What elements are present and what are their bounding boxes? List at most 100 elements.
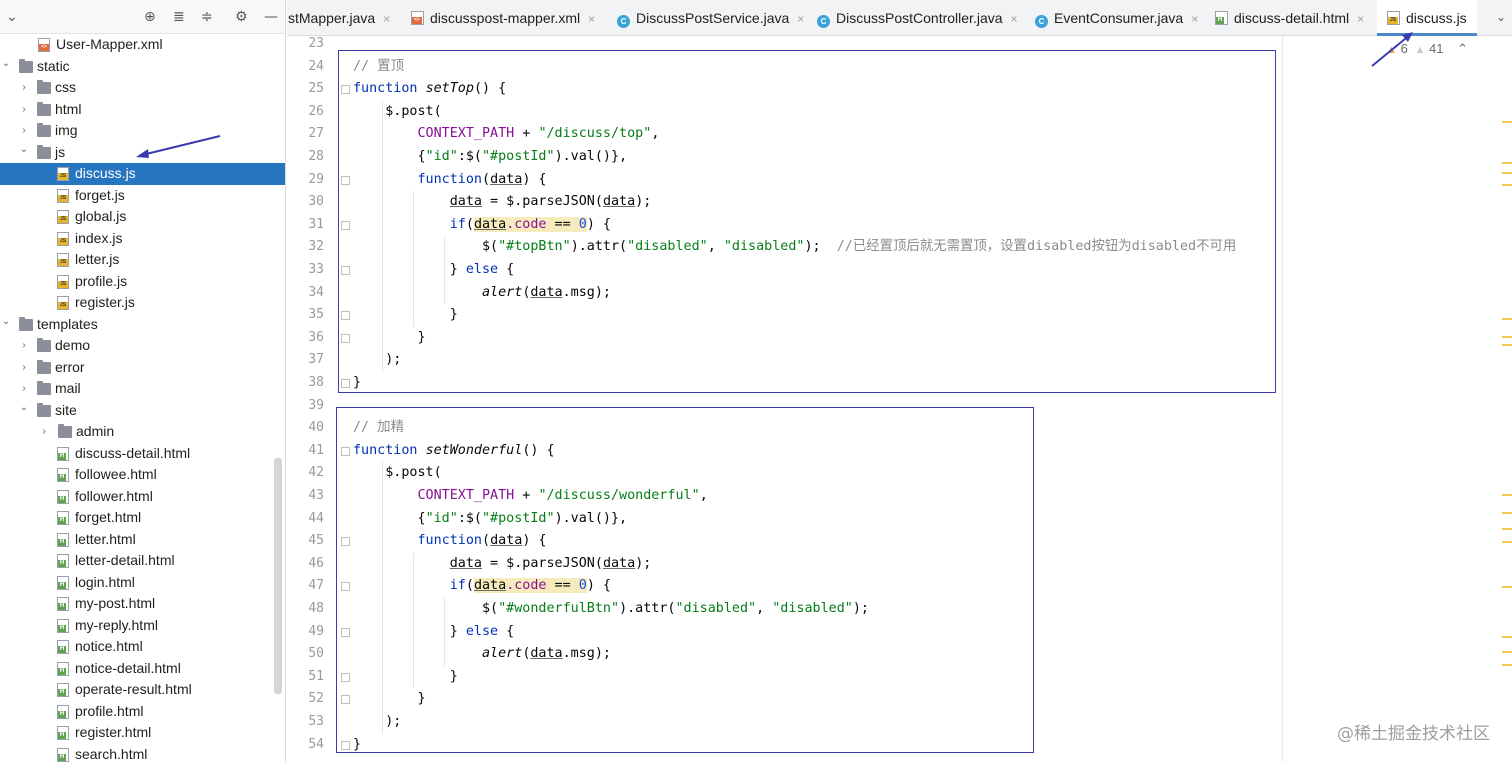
tree-scrollbar[interactable] xyxy=(274,458,282,694)
tab-discusspost-mapper-xml[interactable]: <> discusspost-mapper.xml × xyxy=(411,0,605,36)
tab-discuss-detail-html[interactable]: Hdiscuss-detail.html × xyxy=(1215,0,1374,36)
minimize-icon[interactable]: — xyxy=(264,9,278,25)
tree-item-user-mapper-xml[interactable]: <> User-Mapper.xml xyxy=(0,34,285,56)
expand-all-icon[interactable]: ≣ xyxy=(173,9,185,25)
gear-icon[interactable]: ⚙ xyxy=(235,9,248,25)
tree-item-discuss-detail-html[interactable]: Hdiscuss-detail.html xyxy=(0,443,285,465)
close-tab-icon[interactable]: × xyxy=(1011,12,1018,26)
warning-marker[interactable] xyxy=(1502,494,1512,496)
chevron-right-icon[interactable]: › xyxy=(38,421,50,443)
chevron-right-icon[interactable]: › xyxy=(18,99,30,121)
tree-item-followee-html[interactable]: Hfollowee.html xyxy=(0,464,285,486)
close-tab-icon[interactable]: × xyxy=(797,12,804,26)
fold-marker-icon[interactable] xyxy=(341,672,350,682)
tree-item-label: mail xyxy=(55,380,81,396)
warning-marker[interactable] xyxy=(1502,121,1512,123)
warning-marker[interactable] xyxy=(1502,344,1512,346)
tree-item-forget-js[interactable]: JS forget.js xyxy=(0,185,285,207)
fold-marker-icon[interactable] xyxy=(341,695,350,705)
fold-marker-icon[interactable] xyxy=(341,266,350,275)
tree-item-register-html[interactable]: Hregister.html xyxy=(0,722,285,744)
fold-marker-icon[interactable] xyxy=(341,175,350,185)
fold-marker-icon[interactable] xyxy=(341,379,350,388)
chevron-up-icon[interactable]: ⌃ xyxy=(1457,41,1468,56)
chevron-right-icon[interactable]: › xyxy=(18,357,30,379)
tree-item-templates[interactable]: ⌄ templates xyxy=(0,311,285,336)
tree-item-site[interactable]: ⌄ site xyxy=(0,397,285,422)
file-type-badge: H xyxy=(58,753,66,761)
fold-marker-icon[interactable] xyxy=(341,740,350,750)
warning-marker[interactable] xyxy=(1502,512,1512,514)
tree-item-follower-html[interactable]: Hfollower.html xyxy=(0,486,285,508)
tree-item-login-html[interactable]: Hlogin.html xyxy=(0,572,285,594)
tree-item-profile-html[interactable]: Hprofile.html xyxy=(0,701,285,723)
file-type-badge: JS xyxy=(58,173,68,180)
tree-item-discuss-js[interactable]: JS discuss.js xyxy=(0,163,285,185)
tab-discusspostservice-java[interactable]: C DiscussPostService.java × xyxy=(617,0,814,36)
folder-icon xyxy=(19,58,33,73)
chevron-down-icon[interactable]: ⌄ xyxy=(0,311,12,333)
warning-marker[interactable] xyxy=(1502,528,1512,530)
warning-marker[interactable] xyxy=(1502,636,1512,638)
tab-discusspostcontroller-java[interactable]: C DiscussPostController.java × xyxy=(817,0,1028,36)
code-editor[interactable]: 23 24 25 26 27 28 29 30 31 32 33 34 35 36 37 38 39 40 41 42… xyxy=(287,32,1512,762)
collapse-all-icon[interactable]: ≑ xyxy=(201,9,213,25)
tree-item-notice-html[interactable]: Hnotice.html xyxy=(0,636,285,658)
warning-marker[interactable] xyxy=(1502,318,1512,320)
html-file-icon: H xyxy=(57,511,69,525)
chevron-right-icon[interactable]: › xyxy=(18,335,30,357)
tree-item-letter-js[interactable]: JS letter.js xyxy=(0,249,285,271)
tree-item-forget-html[interactable]: Hforget.html xyxy=(0,507,285,529)
tree-item-my-reply-html[interactable]: Hmy-reply.html xyxy=(0,615,285,637)
chevron-right-icon[interactable]: › xyxy=(18,77,30,99)
warning-marker[interactable] xyxy=(1502,162,1512,164)
chevron-down-icon[interactable]: ⌄ xyxy=(6,9,18,25)
chevron-down-icon[interactable]: ⌄ xyxy=(18,139,30,161)
tab-stmapper-java[interactable]: stMapper.java × xyxy=(288,0,400,36)
fold-marker-icon[interactable] xyxy=(341,446,350,456)
tree-item-static[interactable]: ⌄ static xyxy=(0,53,285,78)
fold-marker-icon[interactable] xyxy=(341,627,350,637)
chevron-down-icon[interactable]: ⌄ xyxy=(18,397,30,419)
tree-item-global-js[interactable]: JS global.js xyxy=(0,206,285,228)
tab-overflow-icon[interactable]: ⌄ xyxy=(1496,10,1506,24)
tree-item-letter-html[interactable]: Hletter.html xyxy=(0,529,285,551)
fold-marker-icon[interactable] xyxy=(341,311,350,321)
tree-item-profile-js[interactable]: JS profile.js xyxy=(0,271,285,293)
fold-marker-icon[interactable] xyxy=(341,582,350,592)
close-tab-icon[interactable]: × xyxy=(1357,12,1364,26)
tree-item-html[interactable]: › html xyxy=(0,99,285,121)
fold-marker-icon[interactable] xyxy=(341,537,350,547)
close-tab-icon[interactable]: × xyxy=(1191,12,1198,26)
tree-item-register-js[interactable]: JS register.js xyxy=(0,292,285,314)
warning-marker[interactable] xyxy=(1502,541,1512,543)
tree-item-notice-detail-html[interactable]: Hnotice-detail.html xyxy=(0,658,285,680)
warning-marker[interactable] xyxy=(1502,664,1512,666)
warning-marker[interactable] xyxy=(1502,172,1512,174)
tree-item-error[interactable]: › error xyxy=(0,357,285,379)
close-tab-icon[interactable]: × xyxy=(588,12,595,26)
tree-item-operate-result-html[interactable]: Hoperate-result.html xyxy=(0,679,285,701)
warning-marker[interactable] xyxy=(1502,586,1512,588)
warning-marker[interactable] xyxy=(1502,184,1512,186)
tree-item-search-html[interactable]: Hsearch.html xyxy=(0,744,285,762)
tree-item-css[interactable]: › css xyxy=(0,77,285,99)
warning-marker[interactable] xyxy=(1502,651,1512,653)
tree-item-letter-detail-html[interactable]: Hletter-detail.html xyxy=(0,550,285,572)
tab-discuss-js[interactable]: JS discuss.js xyxy=(1377,0,1477,36)
tree-item-admin[interactable]: › admin xyxy=(0,421,285,443)
crosshair-icon[interactable]: ⊕ xyxy=(144,9,156,25)
fold-marker-icon[interactable] xyxy=(341,333,350,343)
tree-item-demo[interactable]: › demo xyxy=(0,335,285,357)
tree-item-my-post-html[interactable]: Hmy-post.html xyxy=(0,593,285,615)
tab-eventconsumer-java[interactable]: C EventConsumer.java × xyxy=(1035,0,1208,36)
html-file-icon: H xyxy=(57,575,69,590)
close-tab-icon[interactable]: × xyxy=(383,12,390,26)
tree-item-mail[interactable]: › mail xyxy=(0,378,285,400)
fold-marker-icon[interactable] xyxy=(341,220,350,230)
tree-item-index-js[interactable]: JS index.js xyxy=(0,228,285,250)
line-number: 48 xyxy=(308,601,324,616)
fold-marker-icon[interactable] xyxy=(341,85,350,95)
warning-marker[interactable] xyxy=(1502,336,1512,338)
chevron-down-icon[interactable]: ⌄ xyxy=(0,53,12,75)
